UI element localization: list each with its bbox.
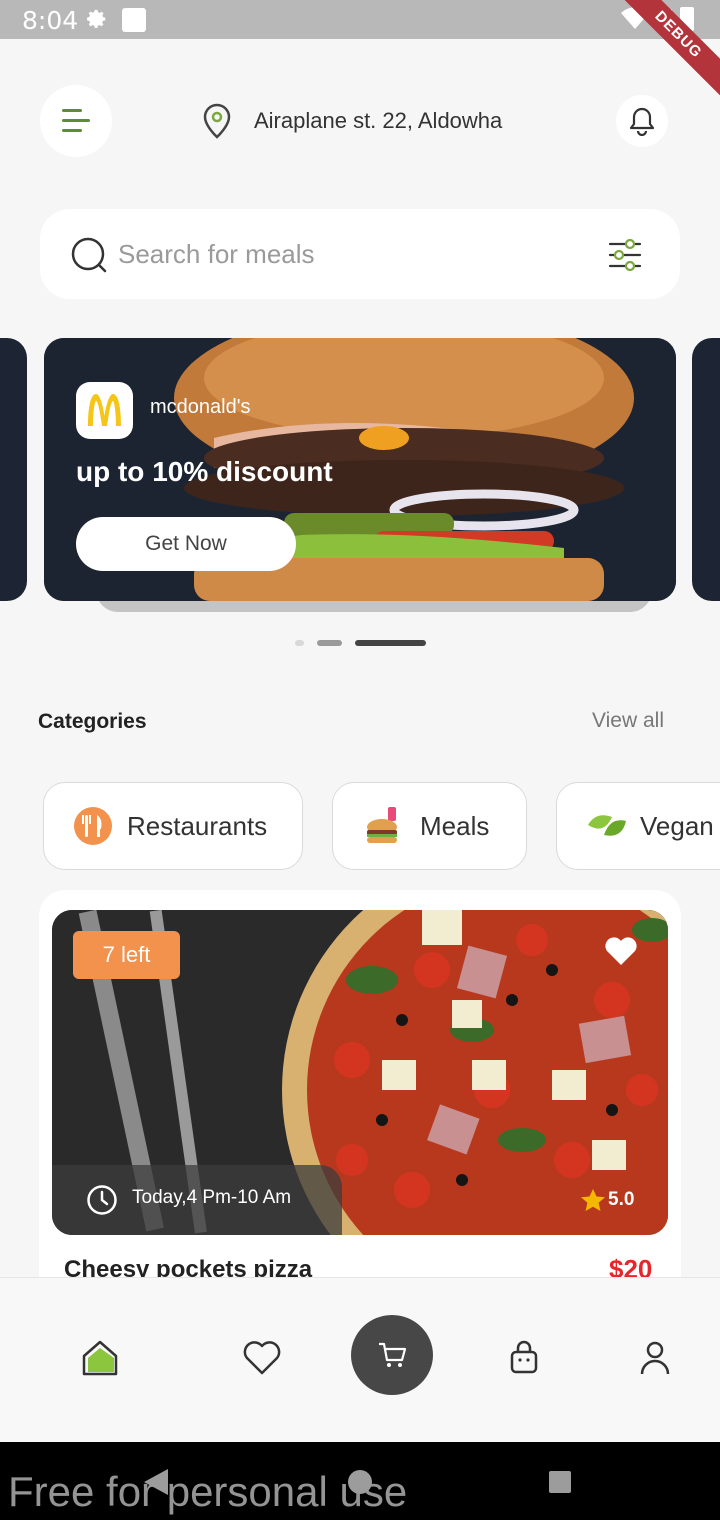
bottom-navigation bbox=[0, 1277, 720, 1442]
rating-value: 5.0 bbox=[608, 1189, 635, 1210]
promo-banner[interactable]: mcdonald's up to 10% discount Get Now bbox=[44, 338, 676, 601]
carousel-dot-3-active[interactable] bbox=[355, 640, 426, 646]
notifications-button[interactable] bbox=[616, 95, 668, 147]
category-restaurants[interactable]: Restaurants bbox=[43, 782, 303, 870]
get-now-button[interactable]: Get Now bbox=[76, 517, 296, 571]
settings-icon bbox=[87, 9, 106, 28]
brand-name: mcdonald's bbox=[150, 396, 251, 418]
carousel-dot-2[interactable] bbox=[317, 640, 342, 646]
notification-icon bbox=[122, 8, 146, 32]
meals-icon bbox=[367, 807, 397, 843]
carousel-dot-1[interactable] bbox=[295, 640, 304, 646]
promo-text: up to 10% discount bbox=[76, 456, 333, 487]
stock-badge: 7 left bbox=[73, 931, 180, 979]
status-bar: 8:04 DEBUG bbox=[0, 0, 720, 101]
search-bar bbox=[40, 209, 680, 299]
food-image: 7 left Today,4 Pm-10 Am 5.0 bbox=[52, 910, 668, 1235]
menu-button[interactable] bbox=[40, 85, 112, 157]
carousel-indicator bbox=[0, 640, 720, 646]
clock-icon bbox=[87, 1185, 117, 1215]
search-input[interactable] bbox=[118, 231, 578, 277]
bell-icon bbox=[629, 107, 655, 136]
menu-icon bbox=[62, 109, 82, 112]
food-card[interactable]: 7 left Today,4 Pm-10 Am 5.0 Cheesy pocke… bbox=[39, 890, 681, 1290]
star-icon bbox=[581, 1189, 605, 1211]
time-text: Today,4 Pm-10 Am bbox=[132, 1187, 292, 1208]
address-text: Airaplane st. 22, Aldowha bbox=[254, 108, 503, 133]
search-icon bbox=[71, 237, 107, 273]
prev-banner-card[interactable] bbox=[0, 338, 27, 601]
status-time: 8:04 bbox=[22, 6, 79, 35]
leaf-icon bbox=[588, 815, 626, 836]
filter-icon[interactable] bbox=[608, 239, 642, 271]
next-banner-card[interactable] bbox=[692, 338, 720, 601]
rating: 5.0 bbox=[580, 1188, 634, 1212]
heart-icon[interactable] bbox=[242, 1338, 282, 1378]
category-meals[interactable]: Meals bbox=[332, 782, 527, 870]
availability-time: Today,4 Pm-10 Am bbox=[52, 1165, 342, 1235]
mcdonalds-logo bbox=[76, 382, 133, 439]
cart-button[interactable] bbox=[351, 1315, 433, 1395]
favorite-heart-icon[interactable] bbox=[604, 936, 638, 966]
bag-icon[interactable] bbox=[504, 1338, 544, 1378]
home-icon[interactable] bbox=[80, 1338, 120, 1378]
location-selector[interactable]: Airaplane st. 22, Aldowha bbox=[200, 102, 502, 140]
category-label: Vegan bbox=[640, 810, 714, 841]
recents-icon[interactable] bbox=[548, 1470, 572, 1494]
profile-icon[interactable] bbox=[635, 1338, 675, 1378]
category-label: Restaurants bbox=[127, 810, 268, 841]
category-vegan[interactable]: Vegan bbox=[556, 782, 720, 870]
location-pin-icon bbox=[203, 103, 231, 139]
watermark-text: Free for personal use bbox=[8, 1468, 408, 1515]
view-all-link[interactable]: View all bbox=[592, 709, 664, 733]
cart-icon bbox=[379, 1342, 407, 1367]
category-label: Meals bbox=[420, 810, 490, 841]
categories-title: Categories bbox=[38, 710, 147, 733]
restaurant-icon bbox=[74, 807, 112, 845]
